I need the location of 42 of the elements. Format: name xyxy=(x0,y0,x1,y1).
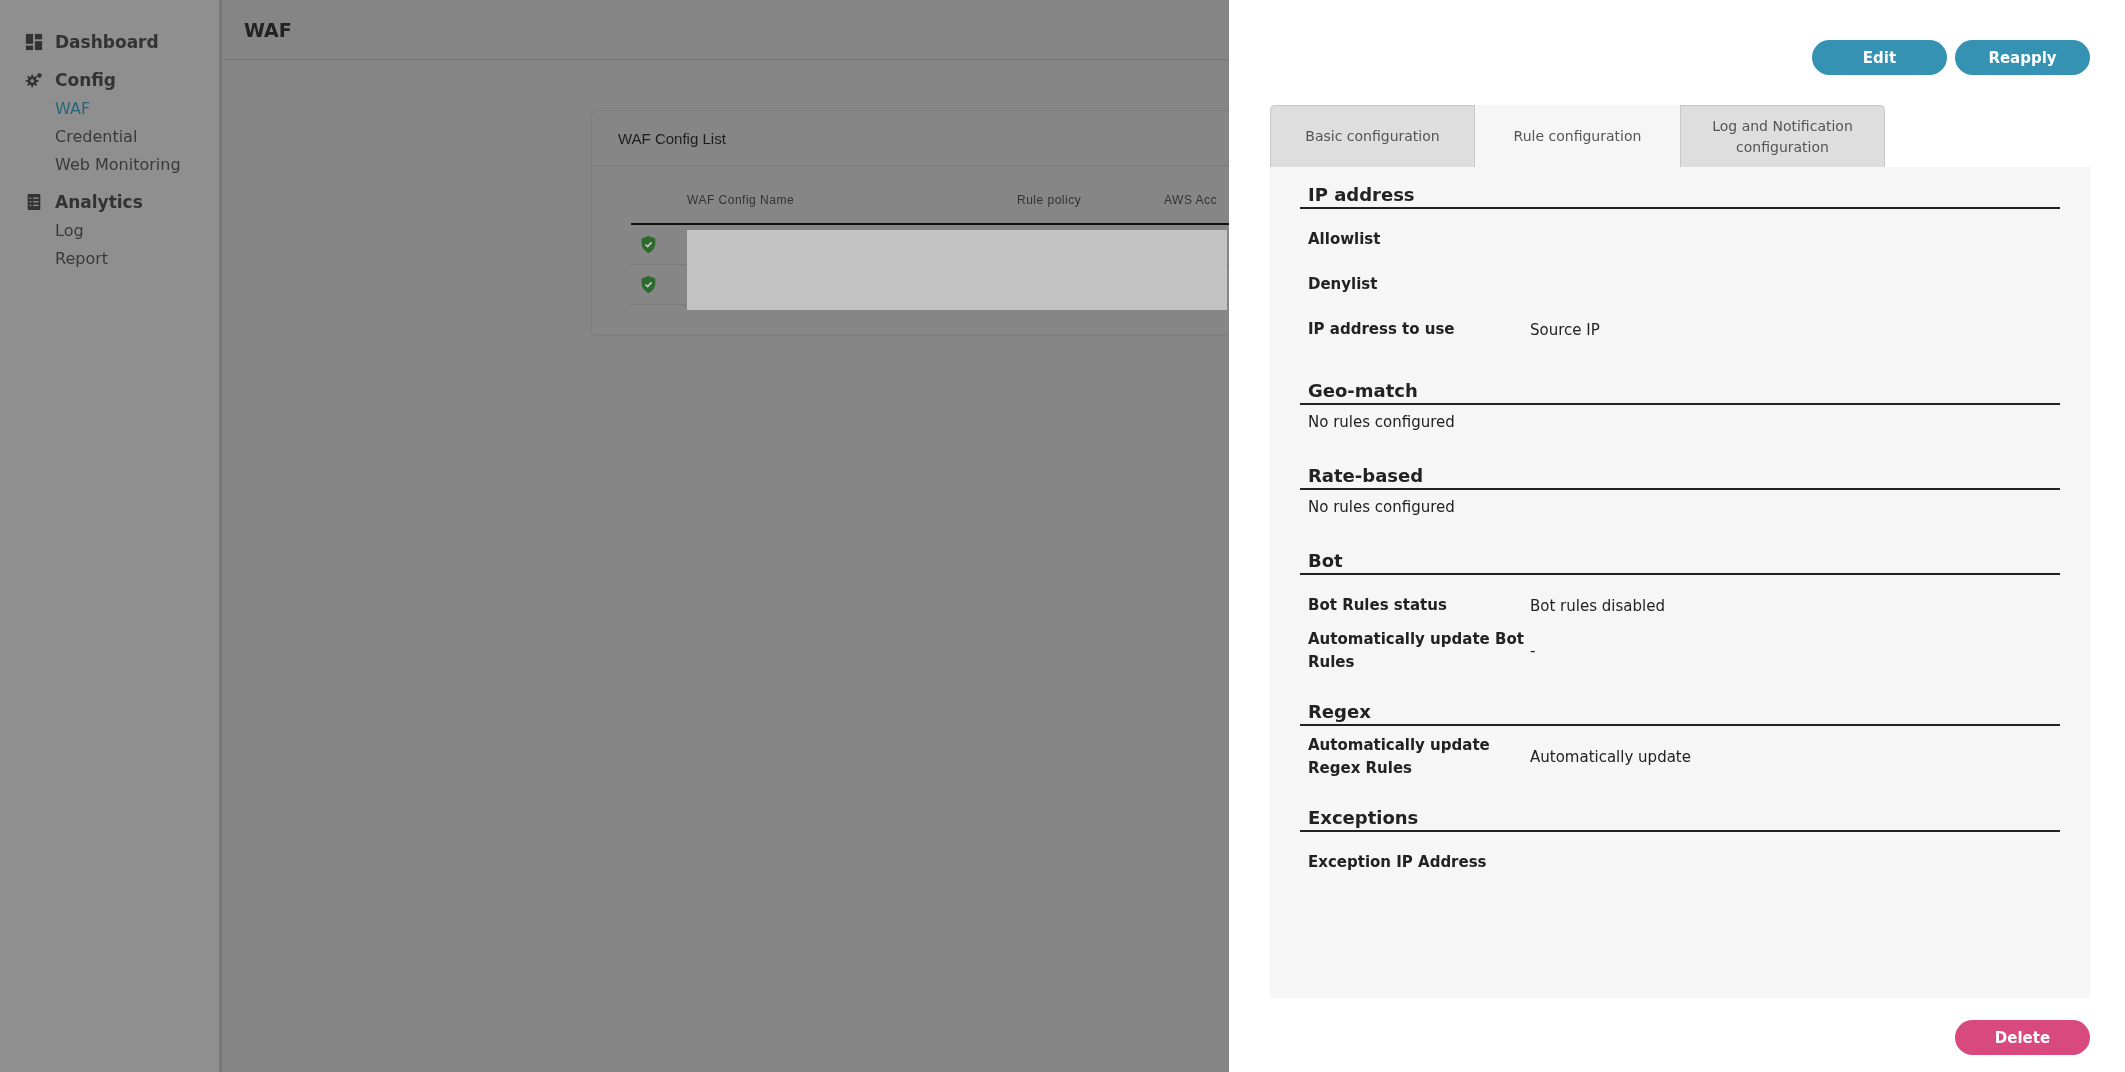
field-label: Automatically update Regex Rules xyxy=(1308,735,1491,779)
page-title: WAF xyxy=(244,18,292,41)
field-value: Bot rules disabled xyxy=(1530,596,1666,615)
section-title: Bot xyxy=(1300,546,2060,575)
sidebar-item[interactable]: WAF xyxy=(0,95,219,123)
sidebar-group-label[interactable]: Dashboard xyxy=(55,32,159,52)
field-label: Bot Rules status xyxy=(1308,595,1448,617)
checklist-icon xyxy=(25,193,43,211)
sidebar-group-label[interactable]: Analytics xyxy=(55,192,143,212)
column-header: WAF Config Name xyxy=(687,193,796,207)
section-title: Regex xyxy=(1300,697,2060,726)
dashboard-icon xyxy=(25,33,43,51)
tab[interactable]: Log and Notification configuration xyxy=(1680,105,1885,167)
section-title: Geo-match xyxy=(1300,376,2060,405)
field-value: Automatically update xyxy=(1530,747,1692,766)
sidebar-item[interactable]: Credential xyxy=(0,123,219,151)
empty-message: No rules configured xyxy=(1307,413,1456,431)
tab[interactable]: Rule configuration xyxy=(1475,105,1680,167)
field-label: IP address to use xyxy=(1308,319,1456,341)
sidebar-group-label[interactable]: Config xyxy=(55,70,117,90)
shield-check-icon xyxy=(640,275,657,294)
field-value: - xyxy=(1530,641,1537,660)
gear-icon xyxy=(25,71,43,89)
field-value: Source IP xyxy=(1530,320,1601,339)
section-title: Rate-based xyxy=(1300,461,2060,490)
reapply-button[interactable]: Reapply xyxy=(1955,40,2090,75)
field-label: Allowlist xyxy=(1308,229,1382,251)
sidebar-item[interactable]: Log xyxy=(0,217,219,245)
column-header: Rule policy xyxy=(1017,193,1083,207)
empty-message: No rules configured xyxy=(1307,498,1456,516)
section-title: Exceptions xyxy=(1300,803,2060,832)
delete-button[interactable]: Delete xyxy=(1955,1020,2090,1055)
field-label: Automatically update Bot Rules xyxy=(1308,629,1525,673)
tab[interactable]: Basic configuration xyxy=(1270,105,1475,167)
shield-check-icon xyxy=(640,235,657,254)
edit-button[interactable]: Edit xyxy=(1812,40,1947,75)
field-label: Exception IP Address xyxy=(1308,852,1488,874)
sidebar-item[interactable]: Report xyxy=(0,245,219,273)
field-label: Denylist xyxy=(1308,274,1379,296)
column-header: AWS Acc xyxy=(1164,193,1218,207)
sidebar-item[interactable]: Web Monitoring xyxy=(0,151,219,179)
section-title: IP address xyxy=(1300,180,2060,209)
